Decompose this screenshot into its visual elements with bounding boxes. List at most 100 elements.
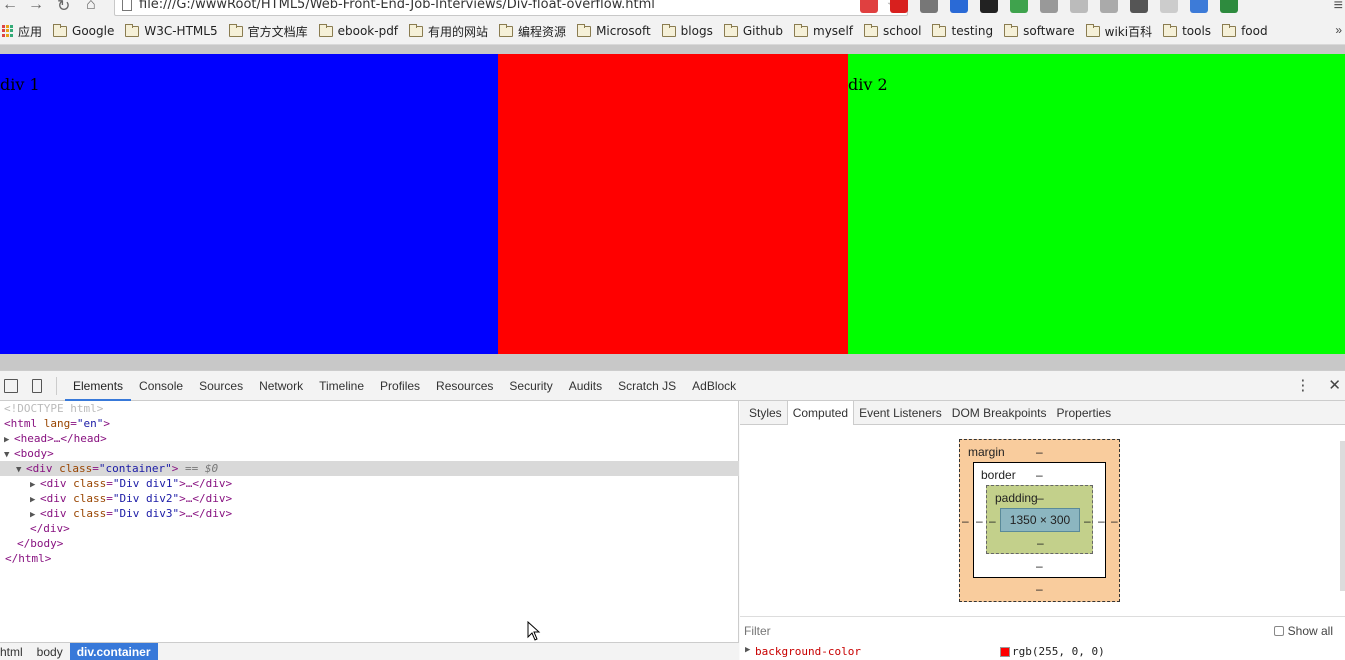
- bookmark-folder[interactable]: ebook-pdf: [318, 23, 398, 38]
- box-model-content[interactable]: 1350 × 300: [1000, 508, 1080, 532]
- tab-event-listeners[interactable]: Event Listeners: [854, 401, 947, 425]
- bookmark-label: tools: [1182, 24, 1212, 38]
- tab-scratch-js[interactable]: Scratch JS: [610, 371, 684, 401]
- border-label: border: [981, 468, 1016, 482]
- url-text[interactable]: file:///G:/wwwRoot/HTML5/Web-Front-End-J…: [139, 0, 655, 12]
- extension-icon[interactable]: [860, 0, 878, 13]
- tab-audits[interactable]: Audits: [561, 371, 610, 401]
- extension-icon[interactable]: [1040, 0, 1058, 13]
- breadcrumb-body[interactable]: body: [30, 643, 70, 660]
- bookmark-folder[interactable]: testing: [932, 23, 993, 38]
- tab-security[interactable]: Security: [501, 371, 560, 401]
- bookmark-folder[interactable]: tools: [1163, 23, 1212, 38]
- extension-icon[interactable]: [1160, 0, 1178, 13]
- inspect-element-icon[interactable]: [4, 378, 18, 393]
- reload-icon[interactable]: ↻: [57, 0, 70, 16]
- tab-styles[interactable]: Styles: [744, 401, 787, 425]
- selected-marker: == $0: [184, 462, 219, 475]
- tab-elements[interactable]: Elements: [65, 371, 132, 401]
- tab-profiles[interactable]: Profiles: [372, 371, 428, 401]
- class-attr: class: [73, 492, 107, 505]
- breadcrumb-div-container[interactable]: div.container: [69, 643, 158, 660]
- tab-console[interactable]: Console: [131, 371, 191, 401]
- devtools-panel: Elements Console Sources Network Timelin…: [0, 370, 1345, 660]
- color-swatch[interactable]: [1000, 647, 1010, 657]
- extension-icon[interactable]: [1100, 0, 1118, 13]
- tab-properties[interactable]: Properties: [1051, 401, 1116, 425]
- box-model-border[interactable]: border – – – – padding – – – – 1350 × 30…: [973, 462, 1106, 578]
- bookmark-folder[interactable]: 官方文档库: [228, 23, 308, 40]
- box-model-padding[interactable]: padding – – – – 1350 × 300: [986, 485, 1093, 554]
- bookmark-folder[interactable]: software: [1004, 23, 1075, 38]
- tab-sources[interactable]: Sources: [191, 371, 251, 401]
- bookmark-folder[interactable]: 编程资源: [499, 23, 566, 40]
- folder-icon: [53, 23, 68, 37]
- dom-line-doctype[interactable]: <!DOCTYPE html>: [0, 401, 739, 416]
- tab-timeline[interactable]: Timeline: [311, 371, 372, 401]
- extension-icon[interactable]: [1130, 0, 1148, 13]
- bookmark-label: Github: [742, 24, 784, 38]
- tab-dom-breakpoints[interactable]: DOM Breakpoints: [947, 401, 1052, 425]
- forward-icon[interactable]: →: [28, 0, 44, 14]
- tab-adblock[interactable]: AdBlock: [684, 371, 744, 401]
- expand-triangle-icon[interactable]: ▶: [745, 645, 750, 655]
- bookmark-folder[interactable]: Microsoft: [577, 23, 651, 38]
- device-mode-icon[interactable]: [32, 378, 42, 393]
- bookmark-folder[interactable]: Google: [53, 23, 114, 38]
- url-field[interactable]: file:///G:/wwwRoot/HTML5/Web-Front-End-J…: [114, 0, 908, 16]
- bookmark-label: blogs: [680, 24, 713, 38]
- apps-icon[interactable]: [2, 25, 14, 37]
- bookmark-folder[interactable]: myself: [794, 23, 853, 38]
- bookmark-folder[interactable]: 有用的网站: [409, 23, 488, 40]
- margin-label: margin: [968, 445, 1005, 459]
- home-icon[interactable]: ⌂: [86, 0, 96, 14]
- show-all-toggle[interactable]: Show all: [1273, 624, 1333, 638]
- tab-resources[interactable]: Resources: [428, 371, 501, 401]
- dom-line-div3[interactable]: ▶ <div class="Div div3">…</div>: [0, 506, 739, 521]
- dom-line-body[interactable]: ▼ <body>: [0, 446, 739, 461]
- extension-icon[interactable]: [1190, 0, 1208, 13]
- bookmark-label: myself: [813, 24, 853, 38]
- bookmark-apps[interactable]: 应用: [18, 23, 42, 40]
- dom-line-div2[interactable]: ▶ <div class="Div div2">…</div>: [0, 491, 739, 506]
- dom-line-html-close[interactable]: </html>: [0, 551, 739, 566]
- menu-icon[interactable]: ≡: [1334, 0, 1343, 15]
- body-open-tag: <body>: [14, 447, 54, 460]
- doctype-text: <!DOCTYPE html>: [4, 402, 104, 415]
- head-collapsed: <head>…</head>: [14, 432, 107, 445]
- extension-icon[interactable]: [1010, 0, 1028, 13]
- bookmark-folder[interactable]: Github: [723, 23, 784, 38]
- close-icon[interactable]: ✕: [1328, 376, 1341, 394]
- dom-line-div1[interactable]: ▶ <div class="Div div1">…</div>: [0, 476, 739, 491]
- extension-icon[interactable]: [920, 0, 938, 13]
- extension-icon[interactable]: [980, 0, 998, 13]
- filter-input[interactable]: [744, 623, 1044, 639]
- sidebar-scrollbar[interactable]: [1340, 441, 1345, 591]
- extension-icon[interactable]: [950, 0, 968, 13]
- dom-line-head[interactable]: ▶ <head>…</head>: [0, 431, 739, 446]
- extension-icon[interactable]: [1070, 0, 1088, 13]
- dom-line-body-close[interactable]: </body>: [0, 536, 739, 551]
- more-bookmarks-button[interactable]: »: [1335, 23, 1342, 37]
- more-options-icon[interactable]: ⋮: [1295, 376, 1310, 394]
- extension-icon[interactable]: [1220, 0, 1238, 13]
- computed-property-row[interactable]: ▶ background-color rgb(255, 0, 0): [740, 643, 1345, 660]
- bookmark-folder[interactable]: blogs: [661, 23, 713, 38]
- html-open-tag: <html: [4, 417, 38, 430]
- bookmark-folder[interactable]: food: [1222, 23, 1268, 38]
- bookmark-folder[interactable]: wiki百科: [1085, 23, 1152, 40]
- show-all-label: Show all: [1287, 624, 1333, 638]
- back-icon[interactable]: ←: [2, 0, 18, 14]
- tab-network[interactable]: Network: [251, 371, 311, 401]
- tab-computed[interactable]: Computed: [786, 400, 855, 425]
- div-container: div 1 div 2: [0, 54, 1345, 354]
- breadcrumb-html[interactable]: html: [0, 643, 30, 660]
- show-all-checkbox[interactable]: [1273, 626, 1284, 636]
- box-model-margin[interactable]: margin – – – – border – – – – padding – …: [959, 439, 1120, 602]
- bookmark-folder[interactable]: school: [864, 23, 921, 38]
- dom-line-container-selected[interactable]: ▼ <div class="container"> == $0: [0, 461, 739, 476]
- bookmark-folder[interactable]: W3C-HTML5: [125, 23, 218, 38]
- dom-line-html[interactable]: <html lang="en">: [0, 416, 739, 431]
- extension-icon[interactable]: [890, 0, 908, 13]
- dom-line-div-close[interactable]: </div>: [0, 521, 739, 536]
